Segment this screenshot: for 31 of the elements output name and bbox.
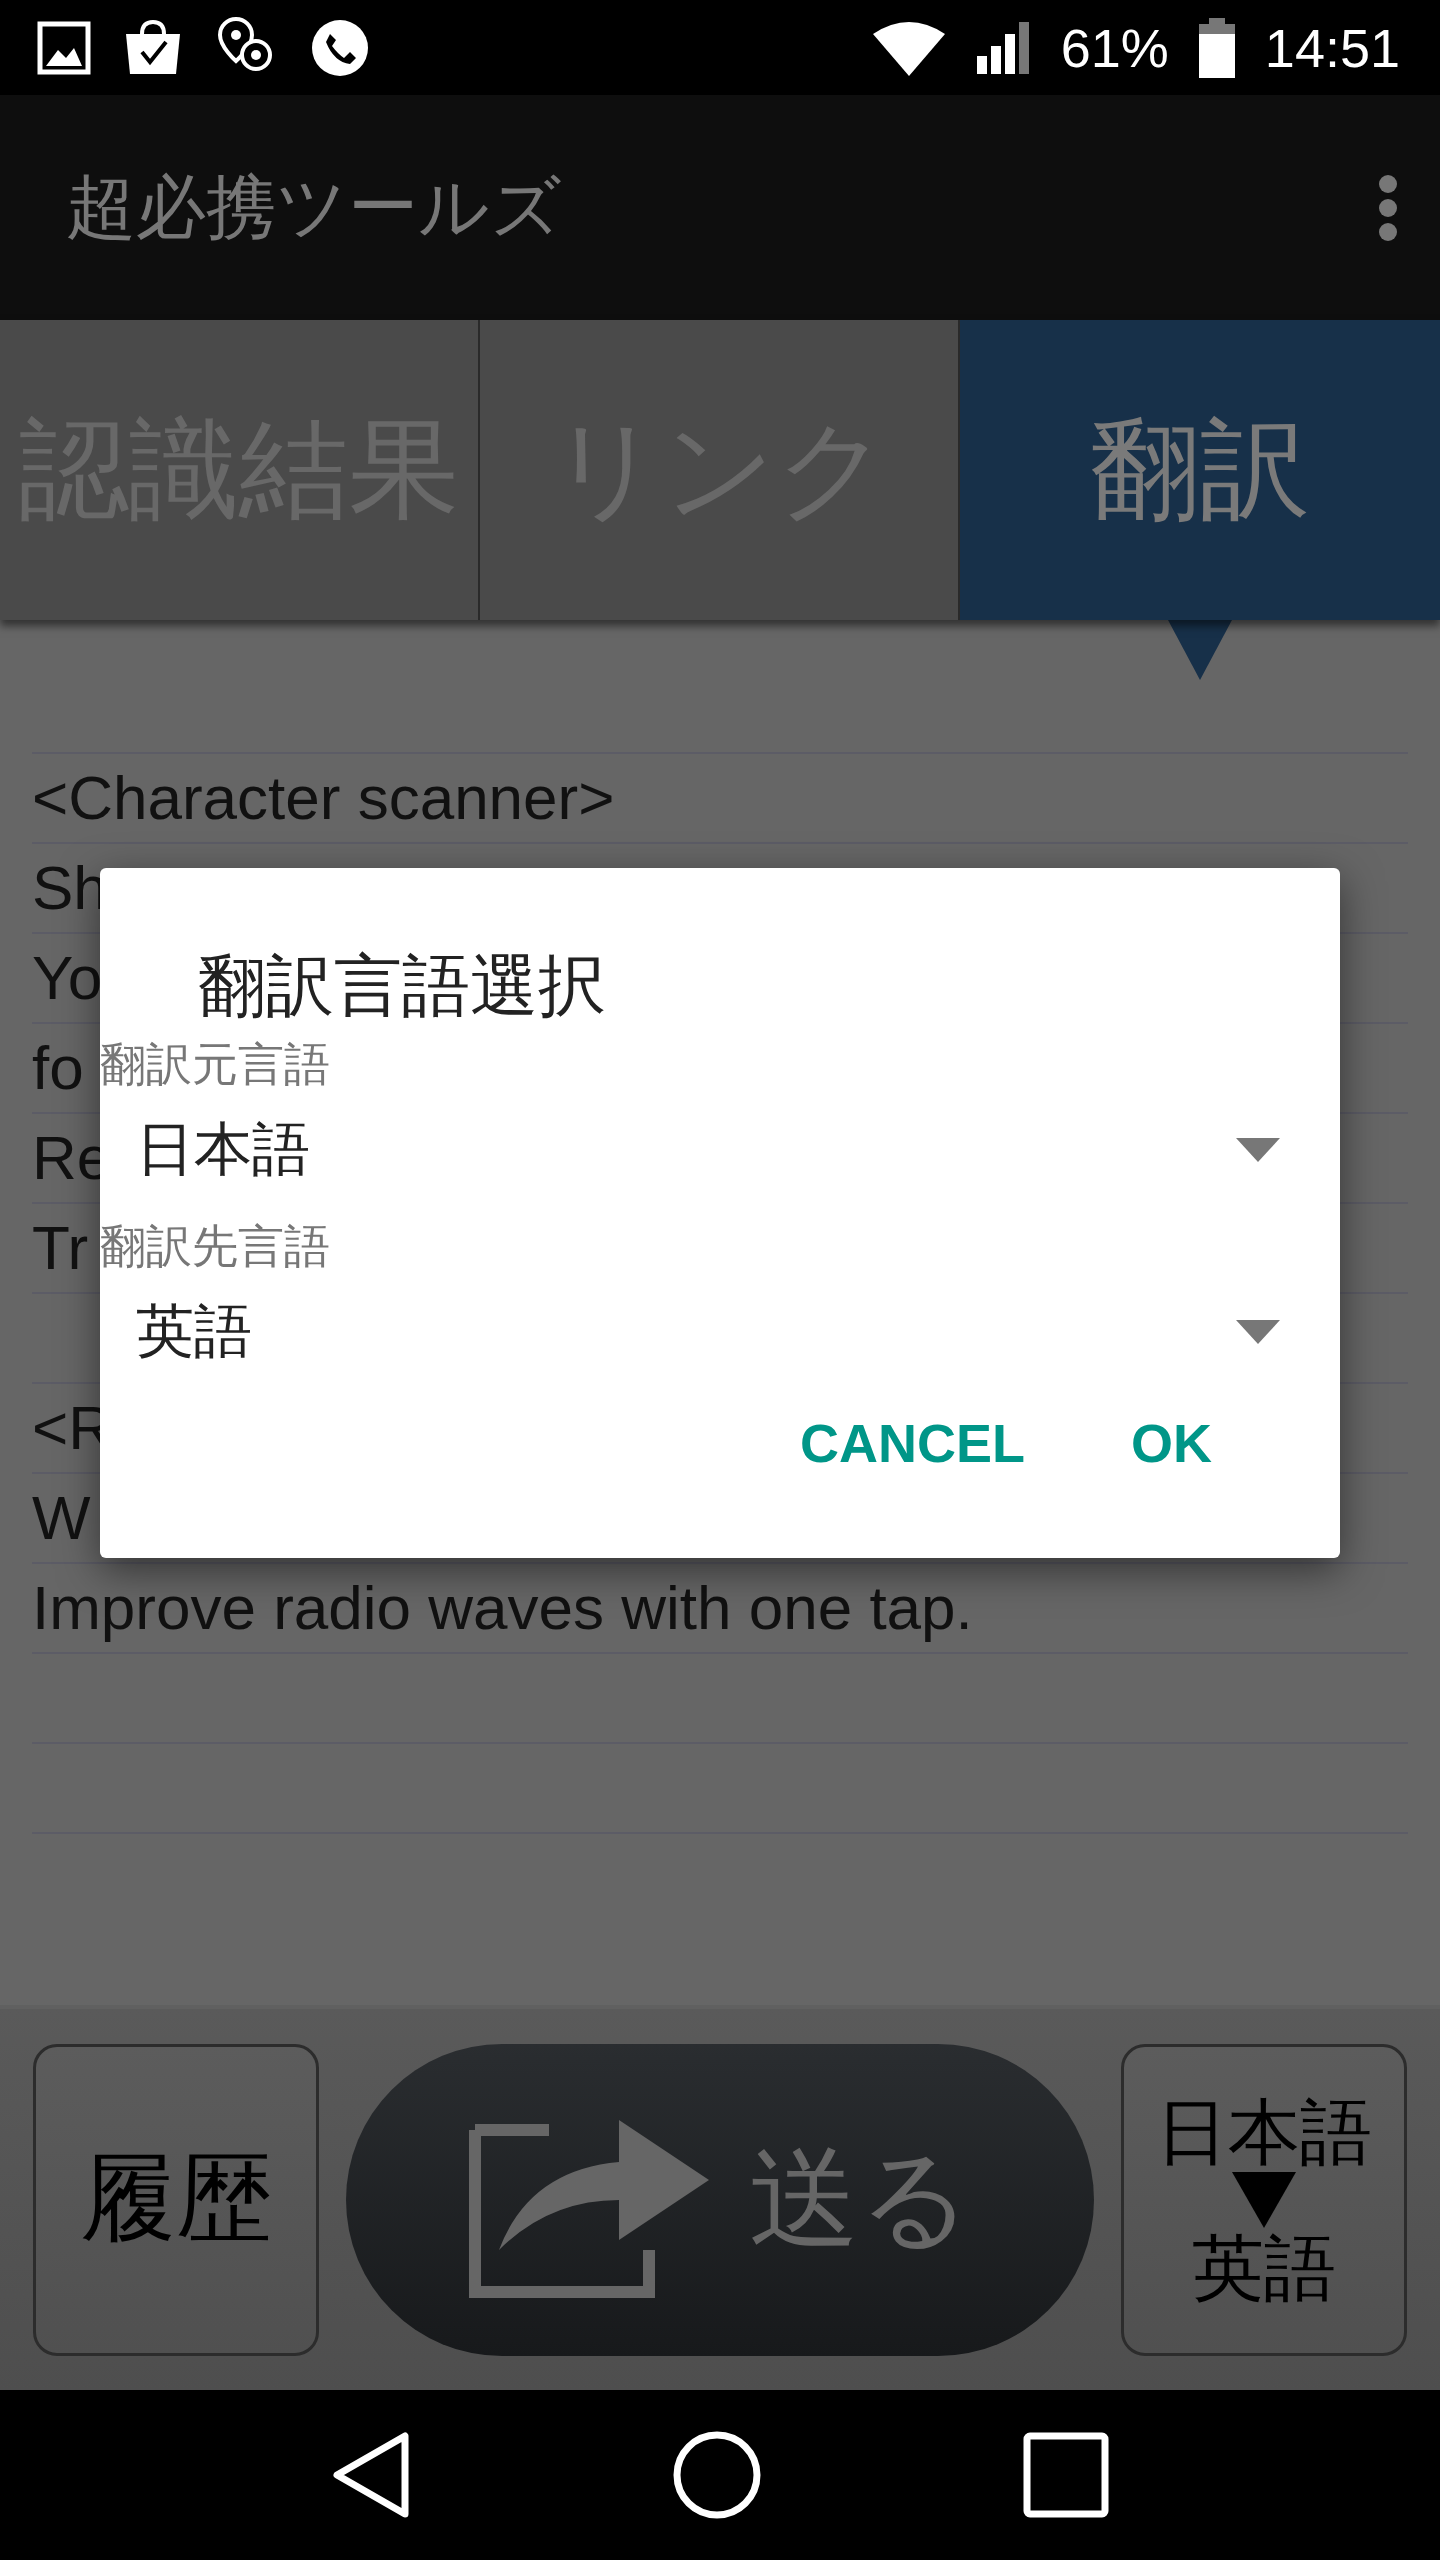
tab[interactable]: 翻訳: [960, 320, 1440, 620]
image-icon: [36, 19, 92, 76]
send-button[interactable]: 送る: [346, 2043, 1094, 2356]
app-title: 超必携ツールズ: [66, 164, 563, 250]
battery-percent: 61%: [1060, 16, 1169, 79]
clock: 14:51: [1264, 16, 1400, 79]
language-pair-button[interactable]: 日本語 英語: [1121, 2043, 1407, 2356]
text-line: <Character scanner>: [32, 763, 615, 832]
language-dropdown[interactable]: 英語: [124, 1274, 1280, 1390]
text-line: fo: [32, 1033, 84, 1102]
dropdown-arrow-icon: [1236, 1320, 1280, 1344]
dropdown-arrow-icon: [1236, 1138, 1280, 1162]
dialog-button[interactable]: CANCEL: [792, 1404, 1033, 1482]
overflow-menu-icon[interactable]: [1376, 172, 1400, 243]
phone-icon: [310, 17, 370, 78]
field-label: 翻訳先言語: [100, 1218, 331, 1274]
dialog-button[interactable]: OK: [1123, 1404, 1220, 1482]
language-dropdown[interactable]: 日本語: [124, 1092, 1280, 1208]
battery-icon: [1198, 17, 1235, 78]
text-line: Yo: [32, 943, 103, 1012]
tab-pointer: [1168, 620, 1232, 680]
signal-icon: [974, 19, 1031, 76]
history-button[interactable]: 履歴: [33, 2043, 319, 2356]
text-line: W: [32, 1483, 91, 1552]
wifi-icon: [872, 19, 945, 76]
text-line: Improve radio waves with one tap.: [32, 1573, 973, 1642]
home-icon[interactable]: [672, 2430, 762, 2520]
arrow-down-icon: [1232, 2171, 1296, 2228]
field-label: 翻訳元言語: [100, 1036, 331, 1092]
dialog-title: 翻訳言語選択: [198, 946, 606, 1026]
text-line: Tr: [32, 1213, 89, 1282]
